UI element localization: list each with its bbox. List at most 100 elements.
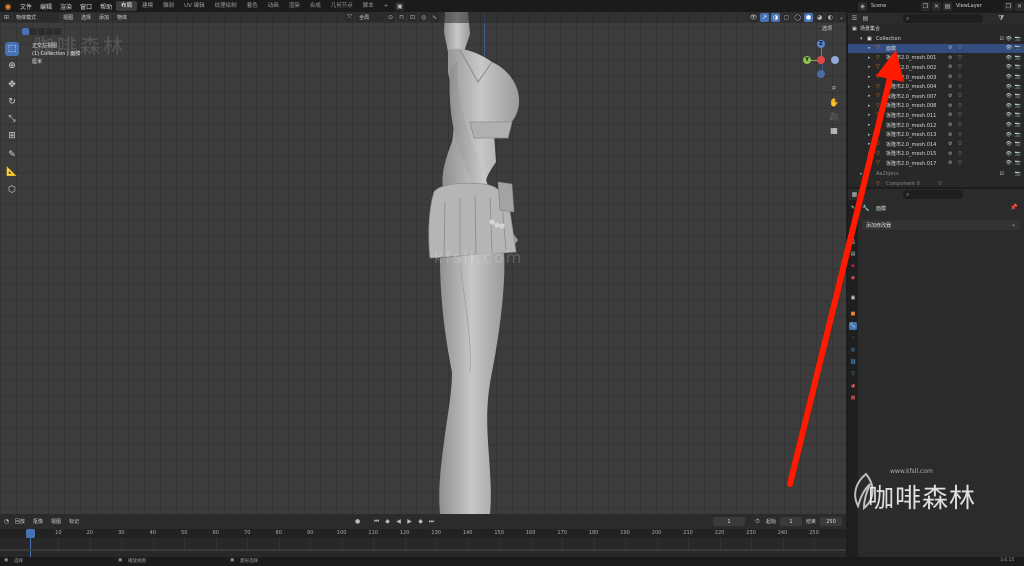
menu-edit[interactable]: 编辑 [36, 2, 56, 11]
visibility-eye-icon[interactable]: 👁 [1006, 84, 1012, 90]
outliner-search-input[interactable]: ⌕ [903, 14, 983, 23]
menu-file[interactable]: 文件 [16, 2, 36, 11]
visibility-eye-icon[interactable]: 👁 [1006, 122, 1012, 128]
render-camera-icon[interactable]: 📷 [1015, 160, 1021, 166]
tab-sculpting[interactable]: 雕刻 [158, 1, 179, 11]
move-tool-icon[interactable]: ✥ [5, 78, 19, 92]
record-icon[interactable]: ● [353, 517, 363, 526]
render-camera-icon[interactable]: 📷 [1015, 132, 1021, 138]
visibility-eye-icon[interactable]: 👁 [1006, 132, 1012, 138]
visibility-eye-icon[interactable]: 👁 [1006, 36, 1012, 42]
outliner-editor-icon[interactable]: ☰ [850, 14, 859, 23]
visibility-eye-icon[interactable]: 👁 [1006, 160, 1012, 166]
measure-tool-icon[interactable]: 📐 [5, 165, 19, 179]
menu-timeline-view[interactable]: 视图 [47, 518, 65, 525]
cursor-tool-icon[interactable]: ⊕ [5, 59, 19, 73]
blender-logo-icon[interactable]: ◉ [3, 1, 13, 11]
render-camera-icon[interactable]: 📷 [1015, 55, 1021, 61]
transform-orientation-icon[interactable]: ⤧ [345, 13, 355, 22]
shading-options-icon[interactable]: ⌄ [837, 13, 846, 22]
material-shading-icon[interactable]: ◕ [815, 13, 824, 22]
render-camera-icon[interactable]: 📷 [1015, 141, 1021, 147]
visibility-eye-icon[interactable]: 👁 [1006, 112, 1012, 118]
viewlayer-copy-icon[interactable]: ❐ [1004, 1, 1013, 11]
end-frame-field[interactable]: 250 [820, 517, 842, 526]
overlay-toggle-icon[interactable]: ◑ [771, 13, 780, 22]
display-mode-icon[interactable]: ▤ [861, 14, 870, 23]
tab-uv-editing[interactable]: UV 编辑 [179, 1, 210, 11]
render-camera-icon[interactable]: 📷 [1015, 84, 1021, 90]
workspace-menu-icon[interactable]: ▣ [395, 1, 405, 11]
render-camera-icon[interactable]: 📷 [1015, 151, 1021, 157]
render-camera-icon[interactable]: 📷 [1015, 93, 1021, 99]
options-dropdown[interactable]: 选项 [822, 25, 832, 32]
visibility-eye-icon[interactable]: 👁 [1006, 74, 1012, 80]
visibility-eye-icon[interactable]: 👁 [1006, 141, 1012, 147]
render-camera-icon[interactable]: 📷 [1015, 45, 1021, 51]
tab-animation[interactable]: 动画 [263, 1, 284, 11]
menu-render[interactable]: 渲染 [56, 2, 76, 11]
tab-modeling[interactable]: 建模 [137, 1, 158, 11]
visibility-eye-icon[interactable]: 👁 [1006, 103, 1012, 109]
properties-search-input[interactable]: ⌕ [903, 190, 963, 199]
visibility-eye-icon[interactable]: 👁 [1006, 45, 1012, 51]
tab-texture-paint[interactable]: 纹理绘制 [210, 1, 242, 11]
tab-shading[interactable]: 着色 [242, 1, 263, 11]
jump-start-icon[interactable]: ⏮ [372, 517, 382, 526]
solid-shading-icon[interactable]: ● [804, 13, 813, 22]
transform-tool-icon[interactable]: ⊞ [5, 129, 19, 143]
menu-add[interactable]: 添加 [95, 14, 113, 21]
rendered-shading-icon[interactable]: ◐ [826, 13, 835, 22]
render-camera-icon[interactable]: 📷 [1015, 64, 1021, 70]
viewlayer-icon[interactable]: ▤ [943, 1, 952, 11]
timeline-area[interactable]: 1102030405060708090100110120130140150160… [0, 529, 846, 557]
current-frame-field[interactable]: 1 [712, 517, 745, 526]
render-camera-icon[interactable]: 📷 [1015, 171, 1021, 177]
xray-icon[interactable]: ▢ [782, 13, 791, 22]
visibility-eye-icon[interactable]: 👁 [1006, 64, 1012, 70]
3d-viewport[interactable]: kfsll.com [0, 12, 846, 514]
menu-object[interactable]: 物体 [113, 14, 131, 21]
tab-scripting[interactable]: 脚本 [358, 1, 379, 11]
tab-compositing[interactable]: 合成 [305, 1, 326, 11]
collection-checkbox[interactable]: ☑ [1000, 36, 1004, 42]
add-workspace-button[interactable]: + [379, 1, 394, 11]
gizmo-toggle-icon[interactable]: ↗ [760, 13, 769, 22]
editor-type-icon[interactable]: ⊞ [2, 13, 11, 22]
menu-view[interactable]: 视图 [59, 14, 77, 21]
next-keyframe-icon[interactable]: ◆ [416, 517, 426, 526]
tab-geometry-nodes[interactable]: 几何节点 [326, 1, 358, 11]
playhead-handle[interactable] [26, 529, 35, 538]
prev-keyframe-icon[interactable]: ◆ [383, 517, 393, 526]
filter-icon[interactable]: ⧩ [998, 14, 1004, 23]
proportional-edit-icon[interactable]: ◎ [419, 13, 429, 22]
play-icon[interactable]: ▶ [405, 517, 415, 526]
visibility-eye-icon[interactable]: 👁 [1006, 55, 1012, 61]
jump-end-icon[interactable]: ⏭ [427, 517, 437, 526]
pin-icon[interactable]: 📌 [1010, 204, 1017, 211]
pivot-icon[interactable]: ⊙ [386, 13, 396, 22]
timeline-scrollbar[interactable] [0, 549, 846, 551]
menu-playback[interactable]: 回放 [11, 518, 29, 525]
select-new-icon[interactable] [22, 28, 29, 35]
transform-orientation-selector[interactable]: 全局 [356, 13, 385, 22]
visibility-icon[interactable]: 👁 [749, 13, 758, 22]
sub-collection-checkbox[interactable]: ☑ [1000, 171, 1004, 177]
render-camera-icon[interactable]: 📷 [1015, 122, 1021, 128]
mode-selector[interactable]: 物体模式 [13, 13, 59, 22]
snap-icon[interactable]: ⊓ [397, 13, 407, 22]
scene-icon[interactable]: ◈ [858, 1, 867, 11]
render-camera-icon[interactable]: 📷 [1015, 36, 1021, 42]
tab-rendering[interactable]: 渲染 [284, 1, 305, 11]
play-reverse-icon[interactable]: ◀ [394, 517, 404, 526]
menu-help[interactable]: 帮助 [96, 2, 116, 11]
viewlayer-selector[interactable]: ViewLayer [952, 3, 1002, 9]
snap-target-icon[interactable]: ⊡ [408, 13, 418, 22]
scene-collection-row[interactable]: ▣ 场景集合 [848, 24, 1024, 34]
add-cube-tool-icon[interactable]: ⬡ [5, 183, 19, 197]
scene-selector[interactable]: Scene [867, 3, 919, 9]
preview-range-icon[interactable]: ⏱ [752, 517, 762, 526]
scale-tool-icon[interactable]: ⤡ [5, 112, 19, 126]
graph-icon[interactable]: ∿ [430, 13, 440, 22]
timeline-editor-icon[interactable]: ◔ [2, 517, 11, 526]
